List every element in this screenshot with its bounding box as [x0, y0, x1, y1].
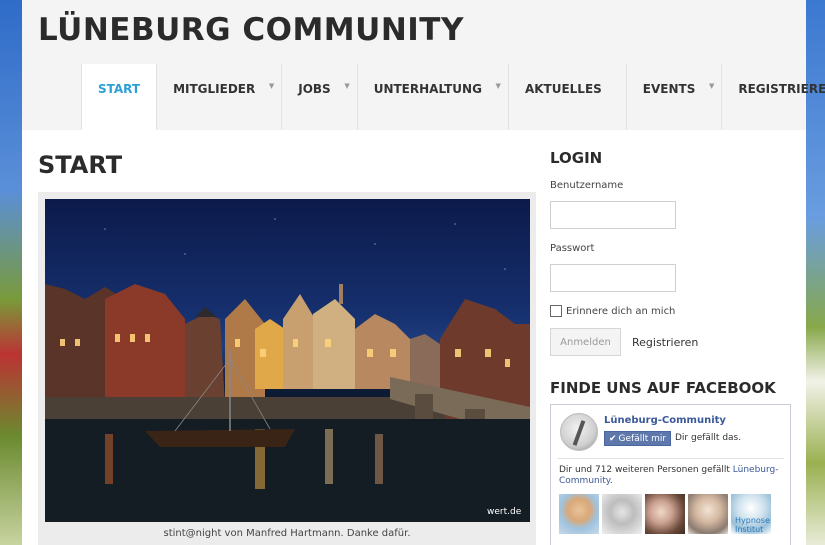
- nav-item-label: AKTUELLES: [524, 82, 602, 96]
- facebook-like-count: Dir und 712 weiteren Personen gefällt Lü…: [559, 465, 784, 487]
- nav-item-registrieren[interactable]: REGISTRIEREN: [721, 64, 825, 130]
- username-input[interactable]: [550, 201, 676, 229]
- password-input[interactable]: [550, 264, 676, 292]
- nav-item-aktuelles[interactable]: AKTUELLES: [507, 64, 626, 130]
- login-heading: LOGIN: [550, 149, 603, 167]
- fan-avatar[interactable]: Hypnose Institut: [731, 494, 771, 534]
- nav-item-label: EVENTS: [642, 82, 696, 96]
- remember-me[interactable]: Erinnere dich an mich: [550, 305, 675, 317]
- login-actions: Anmelden Registrieren: [550, 328, 698, 356]
- nav-item-start[interactable]: START: [81, 64, 157, 130]
- site-title[interactable]: LÜNEBURG COMMUNITY: [38, 12, 464, 48]
- nav-item-unterhaltung[interactable]: UNTERHALTUNG ▼: [356, 64, 508, 130]
- featured-photo: wert.de: [45, 199, 530, 522]
- facebook-like-button[interactable]: ✔ Gefällt mir: [604, 431, 672, 446]
- nav-item-label: REGISTRIEREN: [738, 82, 825, 96]
- page-title: START: [38, 151, 123, 179]
- main-nav: START MITGLIEDER ▼ JOBS ▼ UNTERHALTUNG ▼…: [81, 64, 825, 130]
- featured-photo-frame: wert.de stint@night von Manfred Hartmann…: [38, 192, 536, 545]
- caret-down-icon: ▼: [268, 82, 275, 90]
- caret-down-icon: ▼: [495, 82, 501, 90]
- nav-item-label: JOBS: [298, 82, 331, 96]
- like-count-text: Dir und 712 weiteren Personen gefällt: [559, 465, 733, 475]
- check-icon: ✔: [609, 433, 617, 444]
- login-button[interactable]: Anmelden: [550, 328, 621, 356]
- remember-label: Erinnere dich an mich: [566, 305, 676, 317]
- nav-item-jobs[interactable]: JOBS ▼: [281, 64, 356, 130]
- nav-item-label: UNTERHALTUNG: [373, 82, 482, 96]
- fan-avatar-text: Hypnose Institut: [735, 516, 770, 534]
- facebook-like-box: Lüneburg-Community ✔ Gefällt mir Dir gef…: [550, 404, 791, 545]
- fan-avatar[interactable]: [602, 494, 642, 534]
- fan-avatar[interactable]: [645, 494, 685, 534]
- facebook-page-name[interactable]: Lüneburg-Community: [604, 415, 726, 426]
- photo-caption: stint@night von Manfred Hartmann. Danke …: [163, 528, 411, 539]
- nav-item-events[interactable]: EVENTS ▼: [625, 64, 722, 130]
- background-left-flowers: [0, 0, 22, 545]
- site-header: LÜNEBURG COMMUNITY START MITGLIEDER ▼ JO…: [22, 0, 825, 130]
- nav-item-mitglieder[interactable]: MITGLIEDER ▼: [156, 64, 281, 130]
- register-link[interactable]: Registrieren: [632, 336, 698, 349]
- fan-avatar[interactable]: [688, 494, 728, 534]
- remember-checkbox[interactable]: [550, 305, 562, 317]
- nav-item-label: MITGLIEDER: [173, 82, 256, 96]
- like-count-end: .: [609, 476, 613, 486]
- fan-avatar[interactable]: [559, 494, 599, 534]
- like-button-label: Gefällt mir: [618, 433, 667, 444]
- divider: [557, 458, 784, 459]
- facebook-heading: FINDE UNS AUF FACEBOOK: [550, 379, 776, 397]
- caret-down-icon: ▼: [708, 82, 715, 90]
- page-container: LÜNEBURG COMMUNITY START MITGLIEDER ▼ JO…: [22, 0, 825, 545]
- caret-down-icon: ▼: [344, 82, 350, 90]
- photo-night-harbor-illustration: wert.de: [45, 218, 530, 522]
- facebook-you-like: Dir gefällt das.: [675, 433, 742, 443]
- nav-item-label: START: [98, 82, 141, 96]
- community-logo-icon[interactable]: [560, 413, 598, 451]
- facebook-fan-faces: Hypnose Institut: [559, 494, 771, 534]
- password-label: Passwort: [550, 243, 595, 254]
- username-label: Benutzername: [550, 180, 624, 191]
- photo-watermark: wert.de: [487, 507, 522, 517]
